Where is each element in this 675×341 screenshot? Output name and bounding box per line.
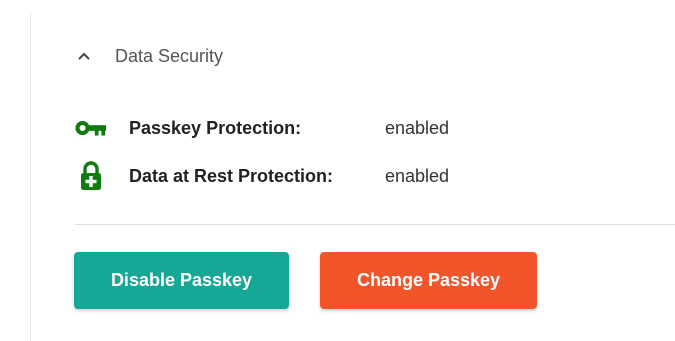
passkey-protection-value: enabled: [385, 117, 450, 138]
data-at-rest-protection-row: Data at Rest Protection: enabled: [75, 160, 449, 192]
lock-plus-icon: [75, 160, 107, 192]
data-at-rest-protection-value: enabled: [385, 165, 450, 186]
data-security-header[interactable]: Data Security: [75, 40, 223, 72]
chevron-up-icon[interactable]: [75, 47, 93, 65]
data-at-rest-protection-label: Data at Rest Protection:: [129, 165, 334, 186]
key-icon: [75, 112, 107, 144]
change-passkey-button[interactable]: Change Passkey: [320, 252, 537, 309]
passkey-protection-row: Passkey Protection: enabled: [75, 112, 449, 144]
section-title: Data Security: [115, 45, 224, 66]
section-divider: [75, 224, 675, 225]
data-security-section: Data Security Passkey Protection: enable…: [31, 0, 675, 341]
disable-passkey-button[interactable]: Disable Passkey: [74, 252, 289, 309]
passkey-protection-label: Passkey Protection:: [129, 117, 302, 138]
